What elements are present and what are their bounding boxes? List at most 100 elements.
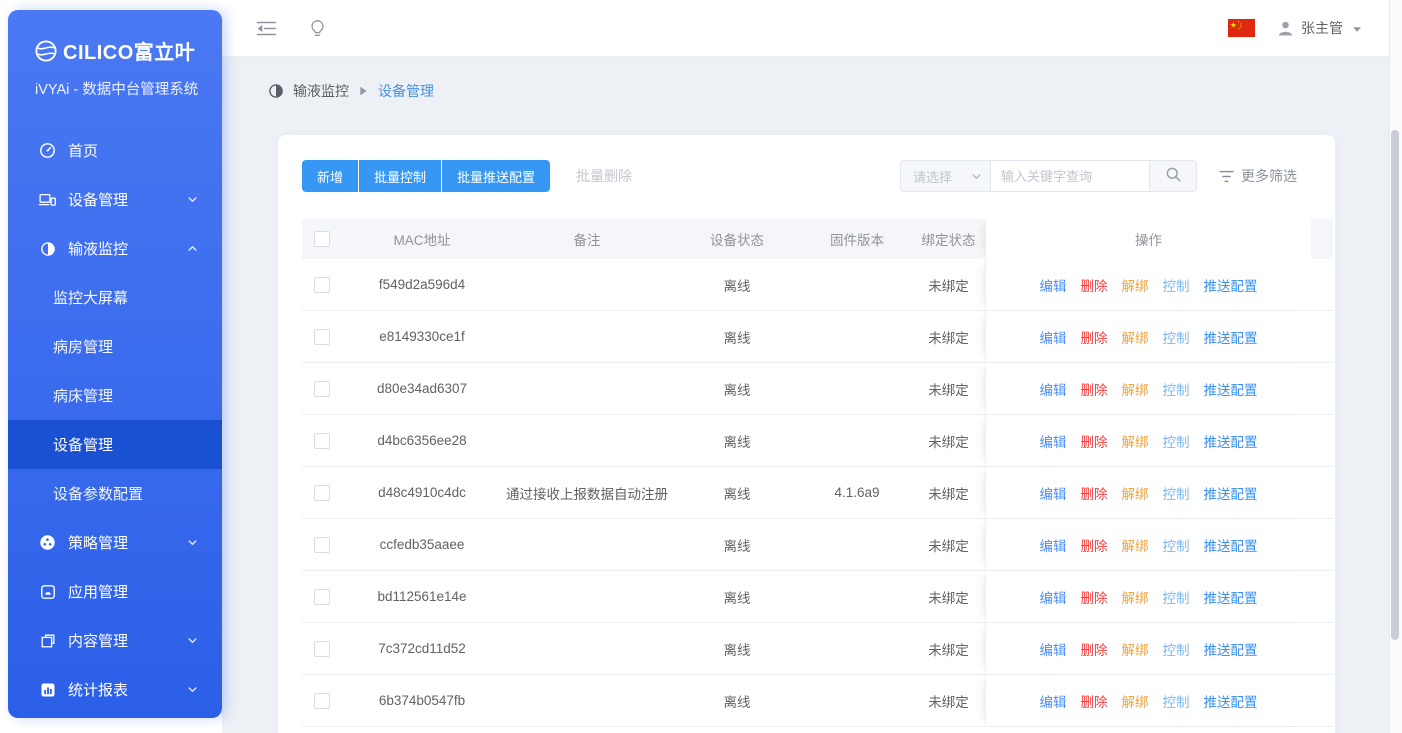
unbind-action-link[interactable]: 解绑: [1122, 483, 1149, 503]
unbind-action-link[interactable]: 解绑: [1122, 275, 1149, 295]
sidebar-item-label: 设备管理: [68, 189, 128, 210]
delete-action-link[interactable]: 删除: [1081, 275, 1108, 295]
sidebar-item-label: 应用管理: [68, 581, 128, 602]
edit-action-link[interactable]: 编辑: [1040, 431, 1067, 451]
control-action-link[interactable]: 控制: [1163, 431, 1190, 451]
chevron-down-icon: [971, 171, 982, 182]
lightbulb-icon[interactable]: [309, 19, 326, 38]
edit-action-link[interactable]: 编辑: [1040, 587, 1067, 607]
push-action-link[interactable]: 推送配置: [1204, 275, 1258, 295]
username[interactable]: 张主管: [1301, 18, 1343, 38]
row-checkbox-cell: [302, 415, 342, 466]
edit-action-link[interactable]: 编辑: [1040, 691, 1067, 711]
edit-action-link[interactable]: 编辑: [1040, 379, 1067, 399]
control-action-link[interactable]: 控制: [1163, 639, 1190, 659]
table-row: 7c372cd11d52离线未绑定编辑删除解绑控制推送配置: [302, 623, 1333, 675]
collapse-sidebar-icon[interactable]: [256, 20, 277, 37]
row-checkbox[interactable]: [314, 693, 330, 709]
unbind-action-link[interactable]: 解绑: [1122, 431, 1149, 451]
control-action-link[interactable]: 控制: [1163, 483, 1190, 503]
scrollbar-thumb[interactable]: [1391, 130, 1399, 640]
breadcrumb-separator-icon: [359, 86, 368, 96]
search-button[interactable]: [1149, 161, 1196, 191]
keyword-search-input[interactable]: [991, 161, 1149, 191]
table-row: f549d2a596d4离线未绑定编辑删除解绑控制推送配置: [302, 259, 1333, 311]
push-action-link[interactable]: 推送配置: [1204, 483, 1258, 503]
add-button[interactable]: 新增: [302, 160, 358, 192]
unbind-action-link[interactable]: 解绑: [1122, 587, 1149, 607]
page-scrollbar[interactable]: [1389, 0, 1402, 733]
control-action-link[interactable]: 控制: [1163, 379, 1190, 399]
edit-action-link[interactable]: 编辑: [1040, 327, 1067, 347]
delete-action-link[interactable]: 删除: [1081, 431, 1108, 451]
push-action-link[interactable]: 推送配置: [1204, 327, 1258, 347]
sidebar-item-device-management[interactable]: 设备管理: [8, 175, 222, 224]
control-action-link[interactable]: 控制: [1163, 275, 1190, 295]
cell-bind: 未绑定: [912, 623, 985, 674]
edit-action-link[interactable]: 编辑: [1040, 639, 1067, 659]
control-action-link[interactable]: 控制: [1163, 691, 1190, 711]
delete-action-link[interactable]: 删除: [1081, 379, 1108, 399]
sidebar-item-device-management-sub[interactable]: 设备管理: [8, 420, 222, 469]
batch-delete-button[interactable]: 批量删除: [570, 165, 638, 187]
delete-action-link[interactable]: 删除: [1081, 587, 1108, 607]
push-action-link[interactable]: 推送配置: [1204, 431, 1258, 451]
more-filters-button[interactable]: 更多筛选: [1219, 166, 1297, 186]
edit-action-link[interactable]: 编辑: [1040, 535, 1067, 555]
unbind-action-link[interactable]: 解绑: [1122, 535, 1149, 555]
push-action-link[interactable]: 推送配置: [1204, 639, 1258, 659]
row-checkbox[interactable]: [314, 537, 330, 553]
sidebar-item-strategy-management[interactable]: 策略管理: [8, 518, 222, 567]
row-checkbox[interactable]: [314, 485, 330, 501]
cell-bind: 未绑定: [912, 467, 985, 518]
push-action-link[interactable]: 推送配置: [1204, 587, 1258, 607]
select-all-checkbox[interactable]: [314, 231, 330, 247]
header-scrollbar-gutter: [1311, 219, 1333, 259]
sidebar-item-home[interactable]: 首页: [8, 126, 222, 175]
push-action-link[interactable]: 推送配置: [1204, 691, 1258, 711]
delete-action-link[interactable]: 删除: [1081, 535, 1108, 555]
sidebar-item-monitor-big-screen[interactable]: 监控大屏幕: [8, 273, 222, 322]
delete-action-link[interactable]: 删除: [1081, 483, 1108, 503]
unbind-action-link[interactable]: 解绑: [1122, 327, 1149, 347]
delete-action-link[interactable]: 删除: [1081, 691, 1108, 711]
unbind-action-link[interactable]: 解绑: [1122, 639, 1149, 659]
row-checkbox[interactable]: [314, 381, 330, 397]
sidebar-item-device-param-config[interactable]: 设备参数配置: [8, 469, 222, 518]
edit-action-link[interactable]: 编辑: [1040, 483, 1067, 503]
filter-cluster: 请选择 更多筛选: [900, 160, 1297, 192]
row-checkbox[interactable]: [314, 433, 330, 449]
delete-action-link[interactable]: 删除: [1081, 639, 1108, 659]
unbind-action-link[interactable]: 解绑: [1122, 379, 1149, 399]
china-flag-icon[interactable]: [1228, 19, 1255, 37]
delete-action-link[interactable]: 删除: [1081, 327, 1108, 347]
unbind-action-link[interactable]: 解绑: [1122, 691, 1149, 711]
sidebar-item-app-management[interactable]: 应用管理: [8, 567, 222, 616]
control-action-link[interactable]: 控制: [1163, 587, 1190, 607]
batch-control-button[interactable]: 批量控制: [359, 160, 441, 192]
row-checkbox[interactable]: [314, 277, 330, 293]
row-checkbox[interactable]: [314, 329, 330, 345]
sidebar-item-infusion-monitoring[interactable]: 输液监控: [8, 224, 222, 273]
edit-action-link[interactable]: 编辑: [1040, 275, 1067, 295]
caret-down-icon[interactable]: [1352, 26, 1362, 33]
control-action-link[interactable]: 控制: [1163, 327, 1190, 347]
logo-row: CILICO富立叶: [34, 36, 222, 65]
push-action-link[interactable]: 推送配置: [1204, 379, 1258, 399]
cell-mac: f549d2a596d4: [342, 259, 502, 310]
control-action-link[interactable]: 控制: [1163, 535, 1190, 555]
sidebar-item-bed-management[interactable]: 病床管理: [8, 371, 222, 420]
filter-select[interactable]: 请选择: [901, 161, 991, 191]
toolbar-button-group: 新增 批量控制 批量推送配置: [302, 160, 550, 192]
row-checkbox[interactable]: [314, 589, 330, 605]
cell-status: 离线: [672, 519, 802, 570]
breadcrumb-current[interactable]: 设备管理: [378, 81, 434, 101]
cell-firmware: [802, 623, 912, 674]
table-header-row: MAC地址 备注 设备状态 固件版本 绑定状态 操作: [302, 219, 1333, 259]
batch-push-config-button[interactable]: 批量推送配置: [442, 160, 550, 192]
sidebar-item-ward-management[interactable]: 病房管理: [8, 322, 222, 371]
sidebar-item-content-management[interactable]: 内容管理: [8, 616, 222, 665]
push-action-link[interactable]: 推送配置: [1204, 535, 1258, 555]
row-checkbox[interactable]: [314, 641, 330, 657]
sidebar-item-stats-report[interactable]: 统计报表: [8, 665, 222, 714]
